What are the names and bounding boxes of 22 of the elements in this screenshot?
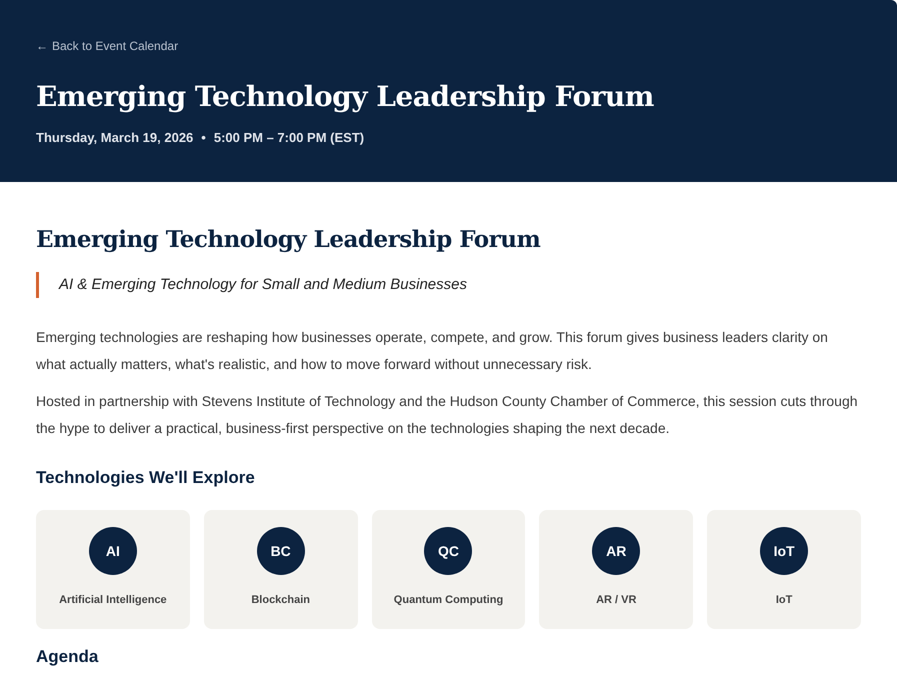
abbreviation-badge: AR bbox=[592, 527, 640, 576]
separator-dot: • bbox=[201, 128, 206, 147]
section-heading: Technologies We'll Explore bbox=[36, 468, 256, 488]
left-arrow-icon: ← bbox=[36, 37, 48, 55]
description-paragraph: Hosted in partnership with Stevens Institute of Technology and the Hudson County Chamber of Commerce, this session cuts through the hype to deliver a practical, business-first perspective on the technologies shaping the next decade. bbox=[36, 392, 859, 438]
abbreviation-badge: BC bbox=[256, 527, 305, 576]
abbreviation-badge: IoT bbox=[760, 527, 808, 576]
event-time: 5:00 PM – 7:00 PM (EST) bbox=[214, 128, 364, 147]
description-paragraph: Emerging technologies are reshaping how businesses operate, compete, and grow. This forum gives business leaders clarity on what actually matters, what's realistic, and how to move forward without unnecessary risk. bbox=[36, 328, 829, 374]
back-link[interactable]: ← Back to Event Calendar bbox=[36, 37, 178, 55]
event-title: Emerging Technology Leadership Forum bbox=[36, 80, 655, 114]
technology-name: IoT bbox=[776, 593, 792, 608]
section-title: Emerging Technology Leadership Forum bbox=[36, 226, 542, 254]
technology-name: Blockchain bbox=[251, 593, 310, 608]
tagline: AI & Emerging Technology for Small and Medium Businesses bbox=[36, 272, 861, 298]
abbreviation-badge: QC bbox=[424, 527, 472, 576]
technology-name: Artificial Intelligence bbox=[59, 593, 167, 608]
technology-name: Quantum Computing bbox=[394, 593, 504, 608]
section-heading: Agenda bbox=[36, 647, 100, 668]
event-date: Thursday, March 19, 2026 bbox=[36, 128, 194, 147]
abbreviation-badge: AI bbox=[88, 527, 137, 576]
technology-name: AR / VR bbox=[596, 593, 636, 608]
